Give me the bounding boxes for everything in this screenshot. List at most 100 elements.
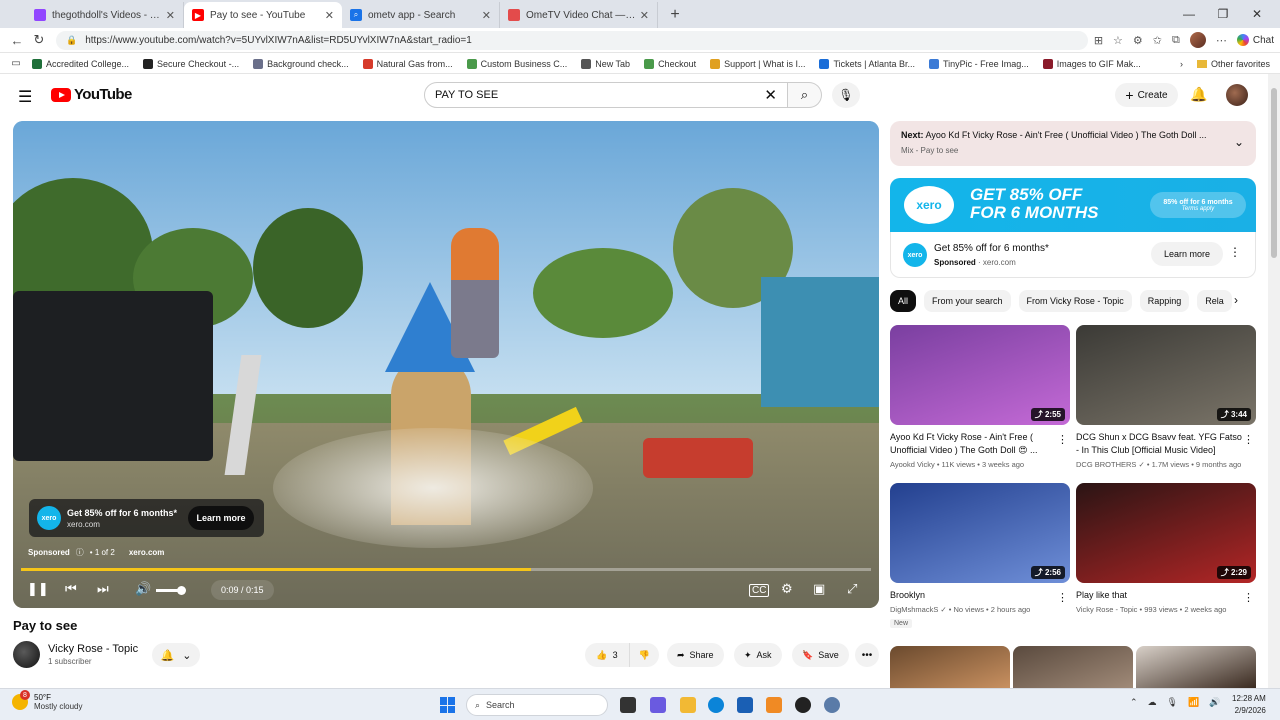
rec-thumbnail-partial[interactable] [890,646,1010,688]
chevron-right-icon[interactable]: › [1234,293,1238,307]
rec-channel[interactable]: DigMshmackS [890,605,938,614]
search-button[interactable]: ⌕ [788,82,822,108]
rec-thumbnail[interactable]: ⤴ 2:55 [890,325,1070,425]
app-icon[interactable] [766,697,782,713]
rec-title[interactable]: DCG Shun x DCG Bsavv feat. YFG Fatso - I… [1076,431,1242,457]
speaker-icon[interactable]: 🔊 [1209,697,1220,708]
more-icon[interactable]: ⋯ [1216,34,1227,47]
page-scrollbar[interactable] [1268,74,1280,688]
rec-title[interactable]: Ayoo Kd Ft Vicky Rose - Ain't Free ( Uno… [890,431,1056,457]
captions-icon[interactable]: CC [749,584,770,597]
settings-gear-icon[interactable] [824,697,840,713]
rec-channel[interactable]: Ayookd Vicky [890,460,935,469]
account-avatar[interactable] [1226,84,1248,106]
windows-start-icon[interactable] [440,697,456,713]
taskbar-search[interactable]: ⌕ Search [466,694,608,716]
rec-card[interactable]: ⤴ 2:55 Ayoo Kd Ft Vicky Rose - Ain't Fre… [890,325,1070,469]
restore-icon[interactable]: ❐ [1210,7,1236,21]
clear-search-icon[interactable]: ✕ [764,86,777,104]
close-icon[interactable]: ✕ [166,9,175,22]
ad-site-link[interactable]: xero.com [129,548,165,557]
dislike-button[interactable]: 👎 [629,643,659,667]
bookmark[interactable]: Tickets | Atlanta Br... [819,58,915,69]
create-button[interactable]: + Create [1115,83,1178,107]
collections-icon[interactable]: ⧉ [1172,34,1180,47]
fullscreen-icon[interactable]: ⤢ [847,581,857,597]
info-icon[interactable]: ⓘ [76,547,84,558]
chevron-up-icon[interactable]: ⌃ [1130,697,1138,708]
voice-search-button[interactable]: 🎙 [832,82,860,108]
rec-thumbnail-partial[interactable] [1136,646,1256,688]
bookmark[interactable]: Background check... [253,58,349,69]
more-vertical-icon[interactable]: ⋮ [1229,245,1241,259]
volume-icon[interactable]: 🔊 [135,581,151,597]
pause-icon[interactable]: ❚❚ [27,581,49,597]
bookmark[interactable]: Checkout [644,58,696,69]
microphone-icon[interactable]: 🎙 [1167,697,1178,708]
bookmark[interactable]: New Tab [581,58,630,69]
reload-icon[interactable]: ↻ [28,32,50,48]
ask-button[interactable]: ✦ Ask [734,643,782,667]
next-icon[interactable]: ⏭ [97,581,109,597]
rec-thumbnail[interactable]: ⤴ 2:56 [890,483,1070,583]
sidebar-icon[interactable]: ▭ [8,58,24,69]
like-button[interactable]: 👍 3 [585,643,629,667]
edge-icon[interactable] [708,697,724,713]
bookmark[interactable]: Images to GIF Mak... [1042,58,1141,69]
weather-widget[interactable]: 8 50°F Mostly cloudy [12,690,82,711]
close-window-icon[interactable]: ✕ [1244,7,1270,21]
profile-avatar[interactable] [1189,32,1206,48]
url-field[interactable]: 🔒 https://www.youtube.com/watch?v=5UYvlX… [56,30,1088,50]
progress-bar[interactable] [21,568,871,571]
bookmark[interactable]: TinyPic - Free Imag... [929,58,1029,69]
rec-card[interactable]: ⤴ 2:56 Brooklyn DigMshmackS ✓ • No views… [890,483,1070,628]
task-view-icon[interactable] [620,697,636,713]
settings-gear-icon[interactable]: ⚙ [781,581,793,597]
volume-slider[interactable] [156,586,186,595]
app-install-icon[interactable]: ⊞ [1094,34,1103,47]
close-icon[interactable]: ✕ [482,9,491,22]
extensions-icon[interactable]: ⚙ [1133,34,1143,47]
rec-title[interactable]: Play like that [1076,589,1242,602]
close-icon[interactable]: ✕ [640,9,649,22]
bookmark[interactable]: Accredited College... [32,58,129,69]
side-ad-banner[interactable]: xero GET 85% OFF FOR 6 MONTHS 85% off fo… [890,178,1256,232]
copilot-app-icon[interactable] [650,697,666,713]
obs-icon[interactable] [795,697,811,713]
chip-all[interactable]: All [890,290,917,312]
minimize-icon[interactable]: — [1176,7,1202,21]
bookmark[interactable]: Natural Gas from... [362,58,453,69]
more-vertical-icon[interactable]: ⋮ [1243,433,1254,446]
other-favorites[interactable]: › Other favorites [1180,54,1270,74]
more-vertical-icon[interactable]: ⋮ [1243,591,1254,604]
tab-twitch[interactable]: thegothdoll's Videos - Twitch ✕ [26,2,184,28]
side-ad-learn-more-button[interactable]: Learn more [1151,242,1223,266]
clock[interactable]: 12:28 AM 2/9/2026 [1232,693,1266,717]
tab-search[interactable]: ⌕ ometv app - Search ✕ [342,2,500,28]
tab-ometv[interactable]: OmeTV Video Chat — Omegle ✕ [500,2,658,28]
scrollbar-thumb[interactable] [1271,88,1277,258]
youtube-logo[interactable]: YouTube [51,86,132,103]
store-icon[interactable] [737,697,753,713]
video-player[interactable]: xero Get 85% off for 6 months* xero.com … [13,121,879,608]
rec-card[interactable]: ⤴ 3:44 DCG Shun x DCG Bsavv feat. YFG Fa… [1076,325,1256,469]
bookmark[interactable]: Custom Business C... [466,58,567,69]
learn-more-button[interactable]: Learn more [188,506,254,530]
bookmark[interactable]: Support | What is I... [710,58,805,69]
player-ad-card[interactable]: xero Get 85% off for 6 months* xero.com … [29,499,264,537]
rec-thumbnail[interactable]: ⤴ 3:44 [1076,325,1256,425]
notifications-bell-icon[interactable]: 🔔 [1190,86,1207,103]
save-button[interactable]: 🔖 Save [792,643,849,667]
onedrive-icon[interactable]: ☁ [1148,697,1157,708]
menu-icon[interactable]: ☰ [18,87,32,107]
more-actions-button[interactable]: ••• [855,643,879,667]
rec-channel[interactable]: DCG BROTHERS [1076,460,1136,469]
up-next-panel[interactable]: Next: Ayoo Kd Ft Vicky Rose - Ain't Free… [890,121,1256,166]
search-input[interactable]: PAY TO SEE ✕ [424,82,788,108]
chip-from-your-search[interactable]: From your search [924,290,1011,312]
rec-card[interactable]: ⤴ 2:29 Play like that Vicky Rose - Topic… [1076,483,1256,614]
tab-youtube[interactable]: ▶ Pay to see - YouTube ✕ [184,2,342,28]
rec-thumbnail-partial[interactable] [1013,646,1133,688]
subscription-bell-button[interactable]: 🔔 ⌄ [152,643,200,667]
more-vertical-icon[interactable]: ⋮ [1057,591,1068,604]
